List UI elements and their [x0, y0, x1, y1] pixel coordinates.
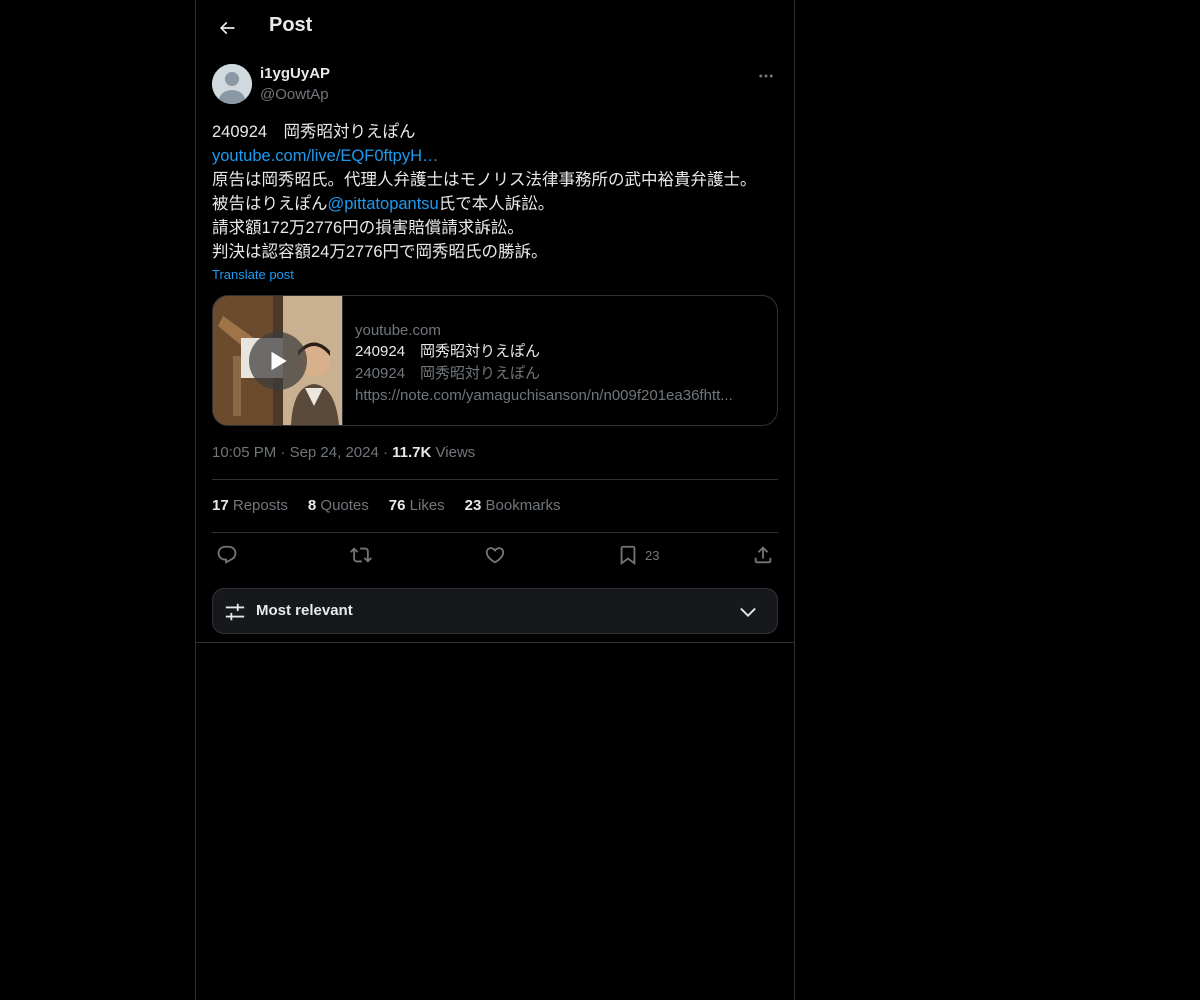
card-thumbnail[interactable] [213, 296, 343, 425]
bookmark-button[interactable]: 23 [617, 544, 659, 566]
divider [212, 479, 778, 480]
repost-button[interactable] [350, 544, 372, 566]
author-handle[interactable]: @OowtAp [260, 86, 329, 103]
like-button[interactable] [484, 544, 506, 566]
post-date[interactable]: Sep 24, 2024 [290, 444, 379, 461]
post-text-segment: 被告はりえぽん [212, 195, 328, 213]
post-text-line: 原告は岡秀昭氏。代理人弁護士はモノリス法律事務所の武中裕貴弁護士。 [212, 171, 757, 189]
post-meta: 10:05 PM · Sep 24, 2024 · 11.7K Views [212, 444, 475, 461]
card-description: 240924 岡秀昭対りえぽん [355, 365, 541, 382]
bookmarks-stat[interactable]: 23 Bookmarks [465, 497, 561, 514]
card-domain: youtube.com [355, 322, 441, 339]
default-avatar-icon [212, 64, 252, 104]
quotes-stat[interactable]: 8 Quotes [308, 497, 369, 514]
likes-count: 76 [388, 497, 406, 514]
ellipsis-icon [759, 74, 773, 78]
bookmarks-label: Bookmarks [485, 497, 561, 514]
share-icon [754, 546, 772, 564]
translate-post-link[interactable]: Translate post [212, 267, 294, 282]
post-text-line: 被告はりえぽん@pittatopantsu氏で本人訴訟。 [212, 192, 778, 216]
card-title: 240924 岡秀昭対りえぽん [355, 343, 541, 360]
post-text-line: 判決は認容額24万2776円で岡秀昭氏の勝訴。 [212, 243, 548, 261]
card-body: youtube.com 240924 岡秀昭対りえぽん 240924 岡秀昭対り… [355, 320, 765, 407]
play-button[interactable] [249, 332, 307, 390]
page-title: Post [269, 14, 313, 36]
divider [212, 532, 778, 533]
post-text-line: 240924 岡秀昭対りえぽん [212, 123, 416, 141]
views-label: Views [435, 444, 476, 461]
reply-button[interactable] [216, 544, 238, 566]
separator: · [280, 444, 286, 461]
post-link[interactable]: youtube.com/live/EQF0ftpyH… [212, 147, 439, 165]
reply-icon [217, 545, 237, 564]
chevron-down-icon [740, 607, 756, 617]
sliders-icon [225, 603, 245, 621]
repost-icon [350, 547, 372, 563]
likes-stat[interactable]: 76 Likes [389, 497, 445, 514]
reply-sort-dropdown[interactable]: Most relevant [212, 588, 778, 634]
mention-link[interactable]: @pittatopantsu [328, 195, 439, 213]
top-bar: Post [196, 0, 794, 54]
more-button[interactable] [754, 64, 778, 88]
card-description: https://note.com/yamaguchisanson/n/n009f… [355, 387, 733, 404]
post-author: i1ygUyAP @OowtAp [212, 64, 778, 108]
play-icon [271, 351, 287, 371]
post-text-segment: 氏で本人訴訟。 [438, 195, 555, 213]
avatar[interactable] [212, 64, 252, 104]
author-name[interactable]: i1ygUyAP [260, 65, 330, 82]
share-button[interactable] [752, 544, 774, 566]
post-text: 240924 岡秀昭対りえぽん youtube.com/live/EQF0ftp… [212, 120, 778, 264]
quotes-label: Quotes [320, 497, 369, 514]
post-text-line: 請求額172万2776円の損害賠償請求訴訟。 [212, 219, 524, 237]
post-time[interactable]: 10:05 PM [212, 444, 276, 461]
sort-label: Most relevant [256, 602, 353, 619]
bookmarks-count: 23 [464, 497, 482, 514]
heart-icon [485, 547, 505, 564]
divider [196, 642, 794, 643]
bookmark-count: 23 [645, 547, 660, 563]
likes-label: Likes [409, 497, 445, 514]
views-count: 11.7K [392, 444, 432, 461]
reposts-label: Reposts [232, 497, 288, 514]
reposts-count: 17 [212, 497, 229, 514]
bookmark-icon [620, 545, 636, 566]
engagement-stats: 17 Reposts 8 Quotes 76 Likes 23 Bookmark… [212, 497, 561, 514]
reposts-stat[interactable]: 17 Reposts [212, 497, 288, 514]
separator: · [382, 444, 388, 461]
arrow-left-icon [219, 21, 235, 35]
primary-column: Post i1ygUyAP @OowtAp 240924 岡秀昭対りえぽん yo… [195, 0, 795, 1000]
back-button[interactable] [210, 11, 244, 45]
action-bar: 23 [212, 544, 778, 572]
quotes-count: 8 [307, 497, 317, 514]
link-preview-card[interactable]: youtube.com 240924 岡秀昭対りえぽん 240924 岡秀昭対り… [212, 295, 778, 426]
